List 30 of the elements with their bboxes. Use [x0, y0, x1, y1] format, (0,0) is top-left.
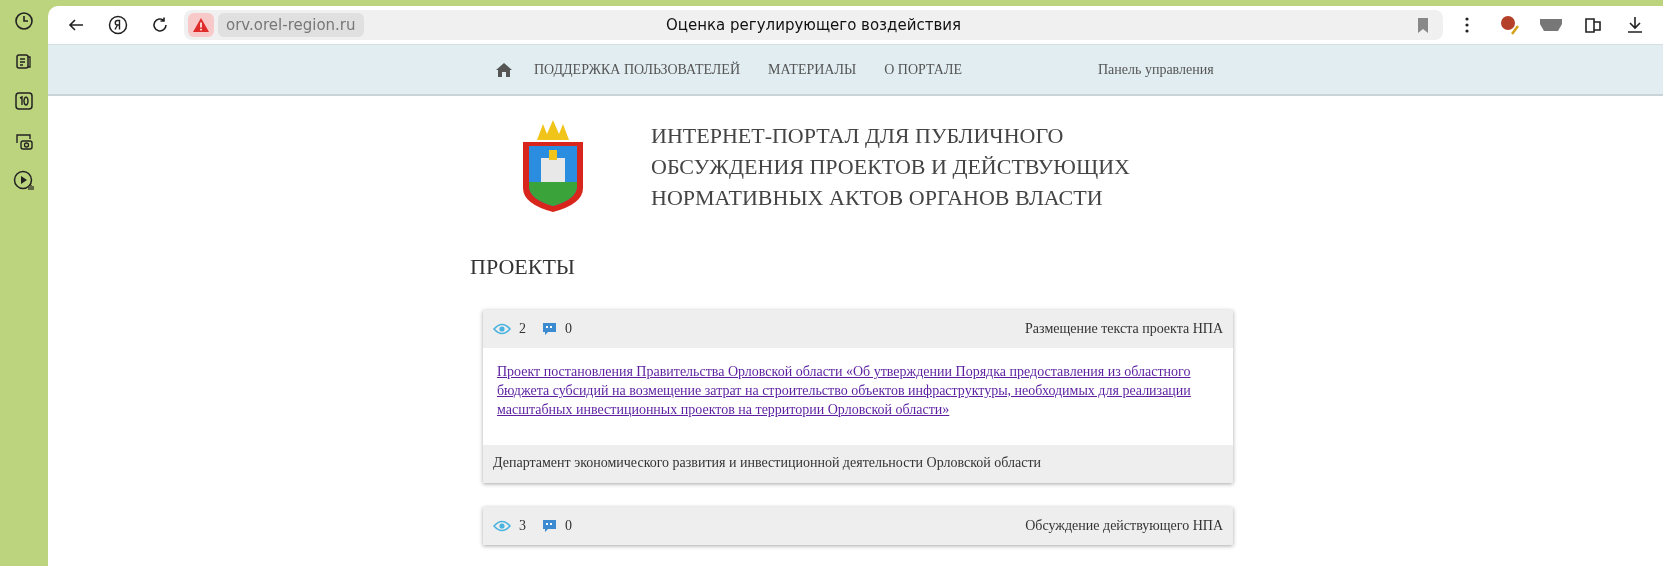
- nav-link[interactable]: МАТЕРИАЛЫ: [768, 61, 857, 78]
- view-count: 3: [519, 518, 526, 534]
- logo-icon: [108, 15, 128, 35]
- address-bar[interactable]: orv.orel-region.ru Оценка регулирующего воздействия: [184, 10, 1443, 40]
- back-arrow-icon: [68, 17, 84, 33]
- play-icon[interactable]: [13, 170, 35, 192]
- project-link[interactable]: Проект постановления Правительства Орловской области «Об утверждении Порядка предоставления из областного бюджета субсидий на возмещение затрат на строительство объектов инфраструктуры, необходимых для реализации масштабных инвестиционных проектов на территории Орловской области»: [497, 362, 1219, 419]
- section-heading: ПРОЕКТЫ: [469, 253, 576, 280]
- nav-link[interactable]: О ПОРТАЛЕ: [884, 61, 962, 78]
- reload-icon: [151, 16, 169, 34]
- eye-icon: [493, 323, 511, 335]
- control-panel-link[interactable]: Панель управления: [1098, 61, 1214, 78]
- clock-icon[interactable]: [13, 10, 35, 32]
- eye-icon: [493, 520, 511, 532]
- department-text: Департамент экономического развития и инвестиционной деятельности Орловской области: [483, 445, 1233, 483]
- stage-label: Обсуждение действующего НПА: [1025, 518, 1223, 534]
- page-title: Оценка регулирующего воздействия: [665, 16, 962, 34]
- warning-icon: [188, 13, 214, 37]
- stage-label: Размещение текста проекта НПА: [1025, 321, 1223, 337]
- portal-title: ИНТЕРНЕТ-ПОРТАЛ ДЛЯ ПУБЛИЧНОГО ОБСУЖДЕНИЯ ПРОЕКТОВ И ДЕЙСТВУЮЩИХ НОРМАТИВНЫХ АКТОВ ОРГАНОВ ВЛАСТИ: [651, 122, 1130, 212]
- url-text: orv.orel-region.ru: [218, 13, 364, 37]
- view-count: 2: [519, 321, 526, 337]
- comment-icon: [542, 322, 557, 336]
- ten-icon[interactable]: [13, 90, 35, 112]
- comment-count: 0: [565, 518, 572, 534]
- bookmark-icon[interactable]: [1417, 17, 1429, 33]
- home-icon[interactable]: [496, 62, 512, 77]
- comment-icon: [542, 519, 557, 533]
- nav-link[interactable]: ПОДДЕРЖКА ПОЛЬЗОВАТЕЛЕЙ: [534, 61, 741, 78]
- comment-count: 0: [565, 321, 572, 337]
